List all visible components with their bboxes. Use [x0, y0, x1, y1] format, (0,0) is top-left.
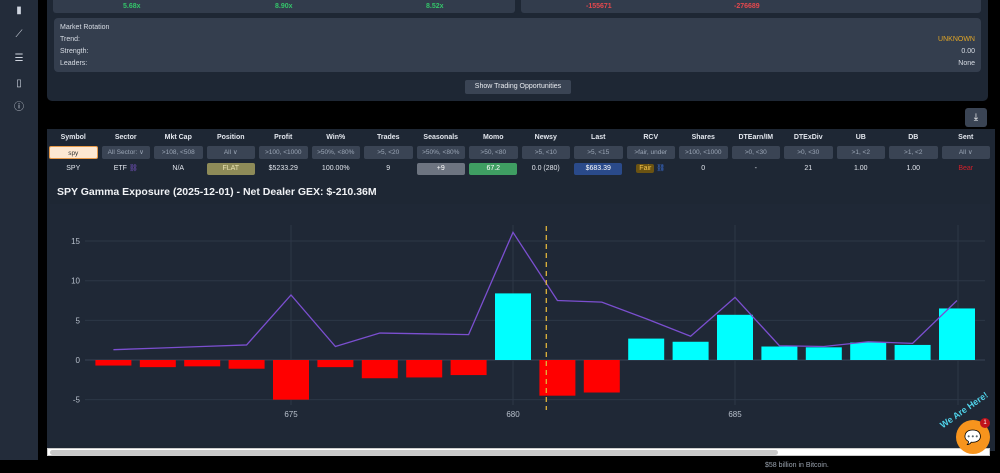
gex-bar	[539, 360, 576, 396]
x-tick-label: 680	[506, 410, 520, 419]
gex-bar	[717, 314, 753, 360]
gex-bar	[894, 344, 931, 360]
y-tick-label: 5	[76, 316, 81, 325]
chat-icon: 💬	[964, 429, 982, 445]
y-tick-label: -5	[73, 396, 81, 405]
scroll-thumb[interactable]	[50, 450, 778, 455]
gex-bar	[273, 360, 309, 400]
x-tick-label: 685	[728, 410, 742, 419]
gex-bar	[583, 360, 620, 393]
news-snippet: $58 billion in Bitcoin.	[765, 462, 829, 469]
horizontal-scrollbar[interactable]	[47, 448, 990, 456]
gex-bar	[95, 360, 132, 366]
gex-bar	[939, 308, 975, 360]
gex-bar	[317, 360, 354, 368]
y-tick-label: 10	[71, 277, 80, 286]
gex-bar	[850, 342, 887, 360]
gex-bar	[495, 293, 531, 360]
chat-badge: 1	[980, 418, 990, 428]
y-tick-label: 15	[71, 237, 80, 246]
gex-bar	[139, 360, 176, 368]
gex-bar	[628, 338, 665, 360]
y-tick-label: 0	[76, 356, 81, 365]
gex-bar	[184, 360, 221, 367]
gex-bar	[361, 360, 398, 379]
gex-bar	[672, 341, 709, 360]
gex-bar	[450, 360, 487, 376]
x-tick-label: 675	[284, 410, 298, 419]
gex-bar	[805, 347, 842, 360]
gex-bar	[761, 346, 798, 360]
gex-bar	[228, 360, 265, 369]
gex-bar	[406, 360, 443, 378]
gex-chart: -5 0 5 10 15 675 680 685	[50, 204, 990, 445]
